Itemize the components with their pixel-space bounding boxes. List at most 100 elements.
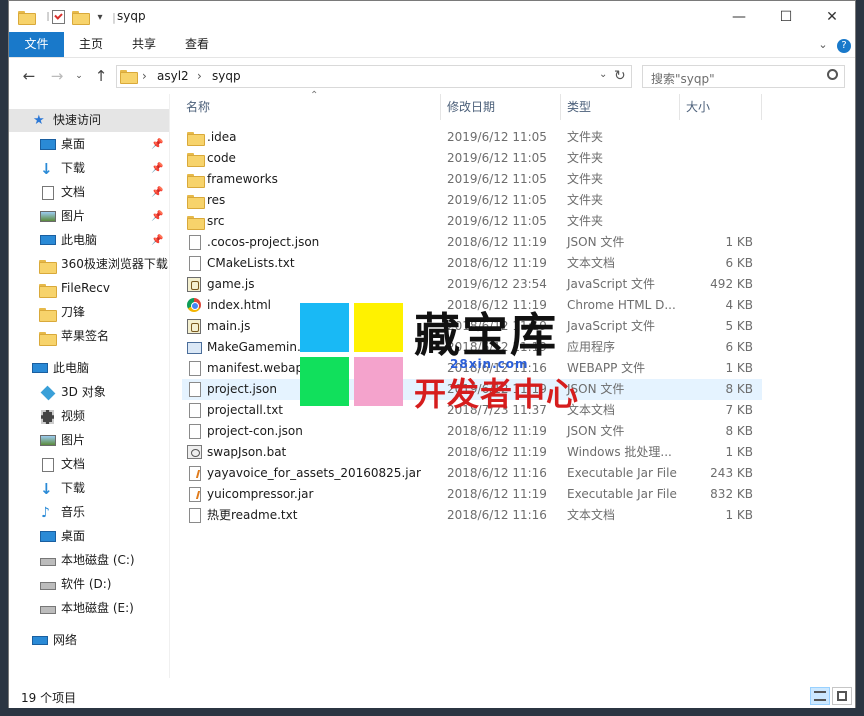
file-row[interactable]: .cocos-project.json 2018/6/12 11:19 JSON 文… [182,232,762,253]
file-name[interactable]: yuicompressor.jar [207,484,313,505]
file-name[interactable]: project-con.json [207,421,303,442]
file-row[interactable]: res 2019/6/12 11:05 文件夹 [182,190,762,211]
file-row[interactable]: yayavoice_for_assets_20160825.jar 2018/6/… [182,463,762,484]
pin-icon[interactable]: 📌 [151,157,163,180]
large-icons-view-button[interactable] [832,687,852,705]
address-bar[interactable]: › asyl2 › syqp ⌄ ↻ [116,65,632,88]
pin-icon[interactable]: 📌 [151,229,163,252]
up-arrow-icon[interactable]: ↑ [91,66,111,86]
column-divider[interactable] [560,94,561,120]
nav-quick-access[interactable]: ★ 快速访问 [9,109,169,132]
file-row[interactable]: CMakeLists.txt 2018/6/12 11:19 文本文档 6 KB [182,253,762,274]
nav-item-music[interactable]: ♪ 音乐 [9,501,169,524]
file-name[interactable]: src [207,211,225,232]
file-name[interactable]: index.html [207,295,271,316]
nav-item-downloads[interactable]: ↓ 下载 📌 [9,157,169,180]
column-divider[interactable] [679,94,680,120]
file-row[interactable]: frameworks 2019/6/12 11:05 文件夹 [182,169,762,190]
pin-icon[interactable]: 📌 [151,205,163,228]
file-name[interactable]: manifest.webapp [207,358,311,379]
tab-share[interactable]: 共享 [122,32,166,57]
nav-item-desktop[interactable]: 桌面 [9,525,169,548]
file-name[interactable]: game.js [207,274,254,295]
pin-icon[interactable]: 📌 [151,181,163,204]
search-icon[interactable] [827,69,838,80]
nav-item-pictures[interactable]: 图片 [9,429,169,452]
nav-item-folder[interactable]: 苹果签名 [9,325,169,348]
nav-item-desktop[interactable]: 桌面 📌 [9,133,169,156]
minimize-button[interactable]: — [716,1,762,32]
drive-icon [40,558,56,566]
details-view-button[interactable] [810,687,830,705]
help-icon[interactable]: ? [835,32,853,57]
column-divider[interactable] [761,94,762,120]
file-row[interactable]: .idea 2019/6/12 11:05 文件夹 [182,127,762,148]
file-name[interactable]: swapJson.bat [207,442,286,463]
file-row[interactable]: swapJson.bat 2018/6/12 11:19 Windows 批处理..… [182,442,762,463]
file-date: 2019/6/12 11:05 [447,193,547,207]
nav-item-videos[interactable]: 视频 [9,405,169,428]
nav-item-drive-c[interactable]: 本地磁盘 (C:) [9,549,169,572]
refresh-icon[interactable]: ↻ [614,68,626,84]
column-header-modified[interactable]: 修改日期 [447,94,495,120]
search-box[interactable]: 搜索"syqp" [642,65,845,88]
column-header-size[interactable]: 大小 [686,94,710,120]
file-row[interactable]: yuicompressor.jar 2018/6/12 11:19 Executab… [182,484,762,505]
breadcrumb-asyl2[interactable]: asyl2 [157,69,189,83]
nav-item-folder[interactable]: FileRecv [9,277,169,300]
search-input[interactable]: 搜索"syqp" [651,70,715,87]
file-name[interactable]: project.json [207,379,277,400]
tab-home[interactable]: 主页 [69,32,113,57]
nav-network[interactable]: 网络 [9,629,169,652]
file-row[interactable]: game.js 2019/6/12 23:54 JavaScript 文件 492 K… [182,274,762,295]
column-header-name[interactable]: 名称 [186,94,210,120]
nav-label: 360极速浏览器下载 [61,257,168,271]
column-divider[interactable] [440,94,441,120]
document-icon [42,458,54,472]
nav-item-folder[interactable]: 刀锋 [9,301,169,324]
column-header-type[interactable]: 类型 [567,94,591,120]
file-name[interactable]: main.js [207,316,250,337]
nav-item-downloads[interactable]: ↓ 下载 [9,477,169,500]
back-arrow-icon[interactable]: ← [19,66,39,86]
pin-icon[interactable]: 📌 [151,133,163,156]
file-name[interactable]: .idea [207,127,237,148]
ribbon-expand-icon[interactable]: ⌄ [813,32,833,57]
nav-item-pictures[interactable]: 图片 📌 [9,205,169,228]
file-row[interactable]: 热更readme.txt 2018/6/12 11:16 文本文档 1 KB [182,505,762,526]
nav-item-this-pc[interactable]: 此电脑 📌 [9,229,169,252]
tab-file[interactable]: 文件 [9,32,64,57]
nav-item-documents[interactable]: 文档 [9,453,169,476]
file-row[interactable]: project-con.json 2018/6/12 11:19 JSON 文件 8 … [182,421,762,442]
file-row[interactable]: src 2019/6/12 11:05 文件夹 [182,211,762,232]
file-name[interactable]: .cocos-project.json [207,232,319,253]
nav-this-pc[interactable]: 此电脑 [9,357,169,380]
breadcrumb-syqp[interactable]: syqp [212,69,241,83]
file-name[interactable]: projectall.txt [207,400,283,421]
close-button[interactable]: ✕ [809,1,855,32]
nav-item-3d-objects[interactable]: 3D 对象 [9,381,169,404]
nav-item-drive-d[interactable]: 软件 (D:) [9,573,169,596]
chevron-right-icon[interactable]: › [197,69,202,83]
properties-icon[interactable] [49,8,67,26]
file-row[interactable]: code 2019/6/12 11:05 文件夹 [182,148,762,169]
new-folder-icon[interactable] [71,8,90,26]
file-name[interactable]: frameworks [207,169,278,190]
forward-arrow-icon[interactable]: → [47,66,67,86]
maximize-button[interactable]: ☐ [763,1,809,32]
file-name[interactable]: code [207,148,236,169]
file-name[interactable]: CMakeLists.txt [207,253,295,274]
file-name[interactable]: res [207,190,225,211]
nav-item-documents[interactable]: 文档 📌 [9,181,169,204]
nav-item-drive-e[interactable]: 本地磁盘 (E:) [9,597,169,620]
recent-locations-icon[interactable]: ⌄ [69,66,89,86]
file-date: 2018/6/12 11:19 [447,256,547,270]
tab-view[interactable]: 查看 [175,32,219,57]
nav-item-folder[interactable]: 360极速浏览器下载 [9,253,169,276]
chevron-right-icon[interactable]: › [142,69,147,83]
file-name[interactable]: 热更readme.txt [207,505,297,526]
address-dropdown-icon[interactable]: ⌄ [599,69,607,80]
file-name[interactable]: yayavoice_for_assets_20160825.jar [207,463,421,484]
file-name[interactable]: MakeGamemin.e [207,337,308,358]
folder-icon [39,281,57,298]
